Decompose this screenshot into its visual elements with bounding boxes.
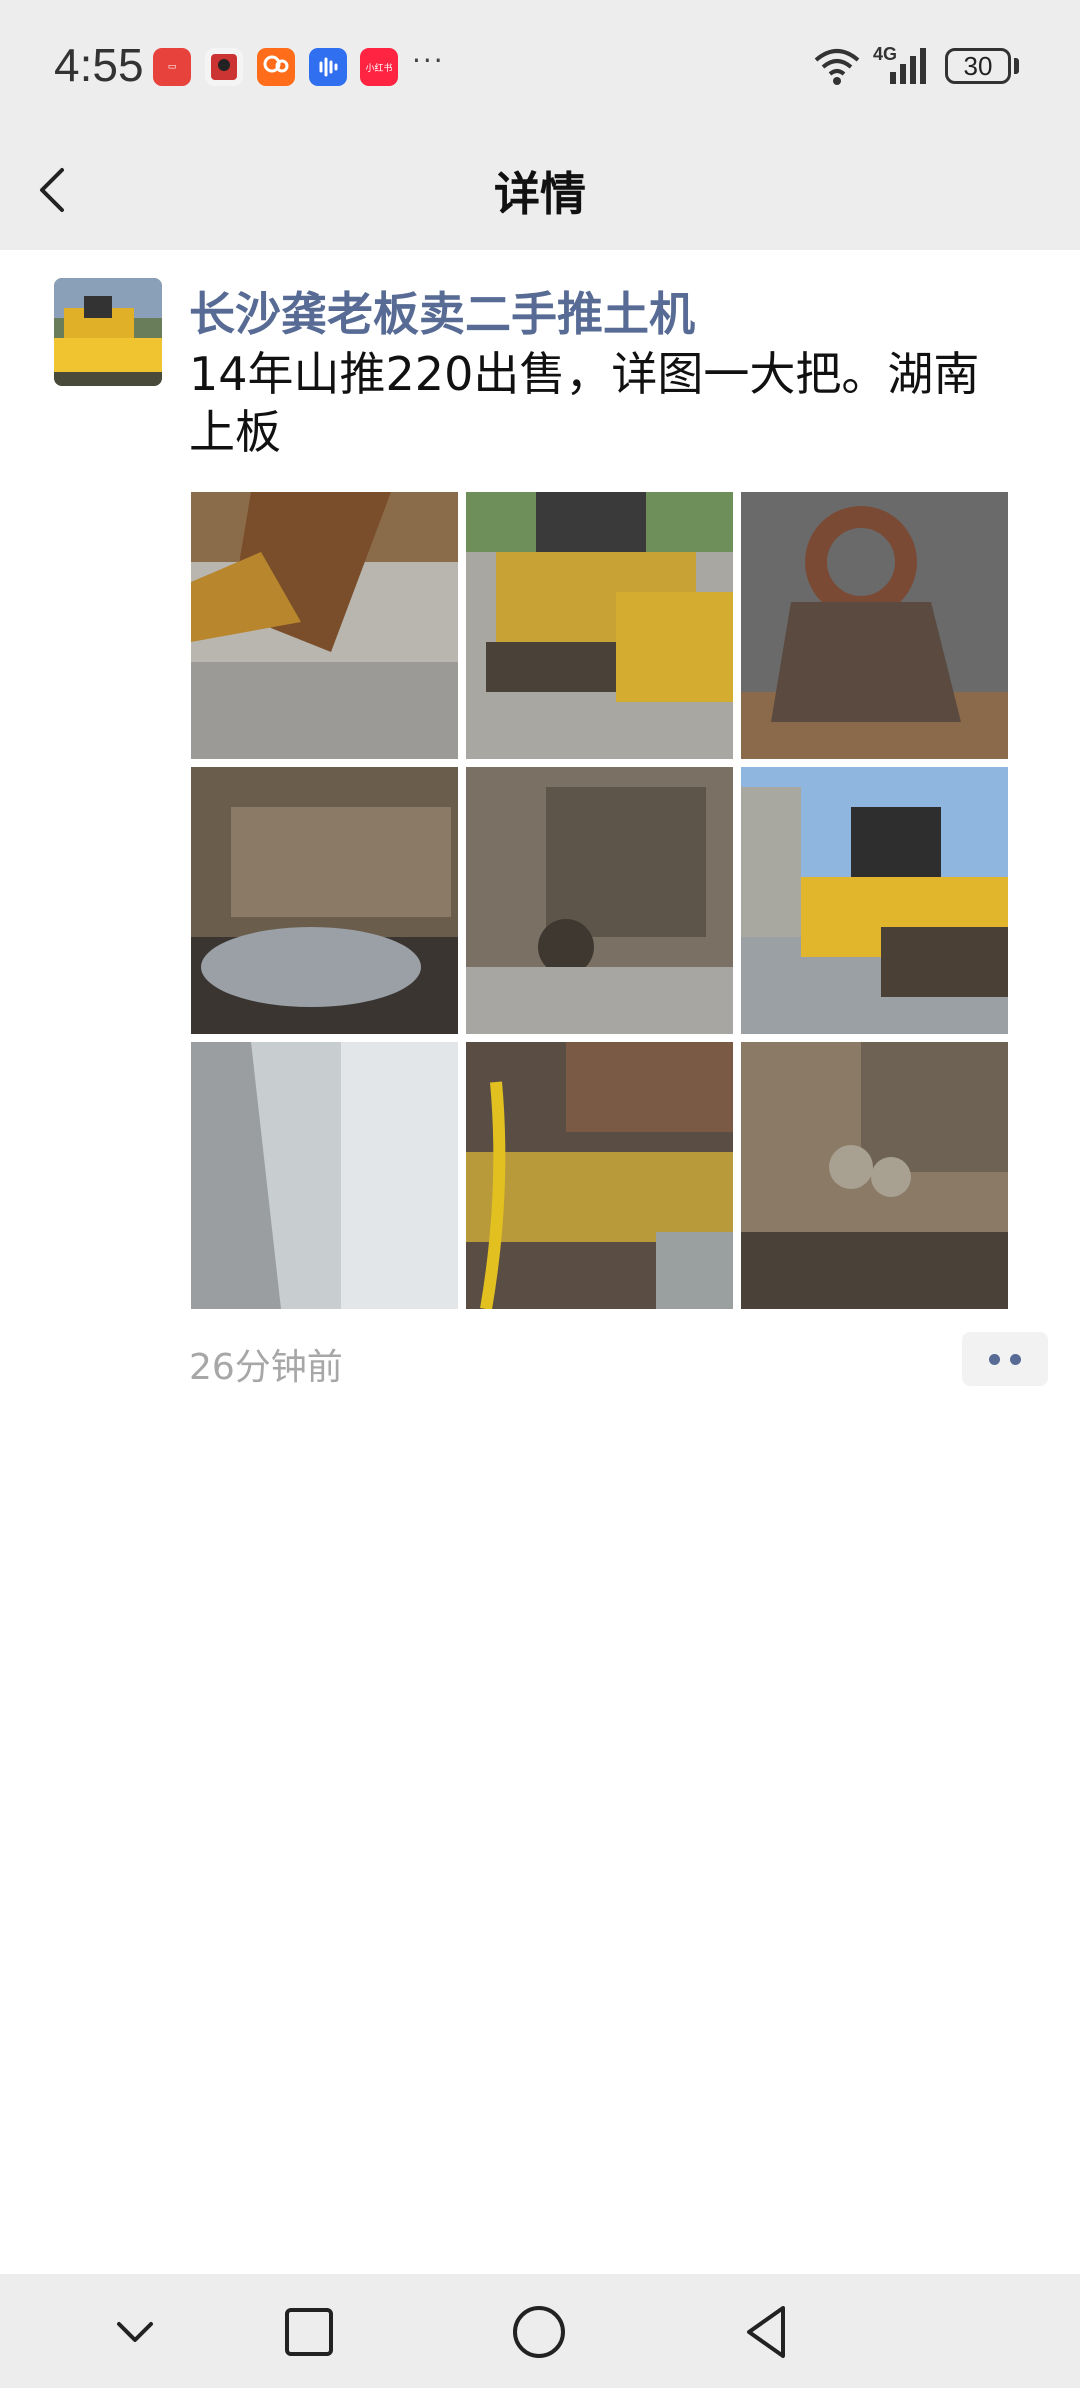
- battery-indicator: 30: [945, 48, 1011, 84]
- video-app-icon: [205, 48, 243, 86]
- home-icon[interactable]: [507, 2300, 571, 2364]
- hide-nav-icon[interactable]: [103, 2300, 167, 2364]
- status-time: 4:55: [54, 39, 144, 91]
- photo-blade-closeup[interactable]: [191, 492, 458, 759]
- huawei-store-icon: ▭: [153, 48, 191, 86]
- xiaohongshu-icon: 小红书: [360, 48, 398, 86]
- signal-icon: [890, 48, 926, 84]
- chevron-left-icon: [40, 168, 64, 212]
- more-dot-icon: [1010, 1353, 1021, 1365]
- photo-bulldozer-side[interactable]: [741, 767, 1008, 1034]
- more-notifications-icon: ···: [412, 44, 445, 77]
- photo-undercarriage-1[interactable]: [191, 767, 458, 1034]
- kuaishou-icon: [257, 48, 295, 86]
- photo-tow-hook[interactable]: [741, 492, 1008, 759]
- voice-app-icon: [309, 48, 347, 86]
- photo-undercarriage-2[interactable]: [466, 767, 733, 1034]
- back-nav-icon[interactable]: [737, 2300, 801, 2364]
- title-bar: 详情: [0, 130, 1080, 250]
- author-name[interactable]: 长沙龚老板卖二手推土机: [189, 278, 695, 344]
- photo-grid: [191, 492, 1009, 1309]
- post-more-button[interactable]: [962, 1332, 1048, 1386]
- post-timestamp: 26分钟前: [189, 1347, 343, 1388]
- photo-track-frame[interactable]: [741, 1042, 1008, 1309]
- photo-bulldozer-front[interactable]: [466, 492, 733, 759]
- wifi-icon: [814, 49, 860, 85]
- photo-metal-plate[interactable]: [191, 1042, 458, 1309]
- system-nav-bar: [0, 2274, 1080, 2388]
- recents-icon[interactable]: [277, 2300, 341, 2364]
- photo-engine-bay[interactable]: [466, 1042, 733, 1309]
- page-title: 详情: [494, 167, 586, 221]
- status-bar: 4:55 ▭ 小红书 ··· 4G 30: [0, 0, 1080, 130]
- battery-tip: [1014, 58, 1019, 74]
- more-dot-icon: [989, 1353, 1000, 1365]
- avatar[interactable]: [54, 278, 162, 386]
- post-text: 14年山推220出售，详图一大把。湖南上板: [189, 347, 980, 459]
- back-button[interactable]: [28, 158, 88, 222]
